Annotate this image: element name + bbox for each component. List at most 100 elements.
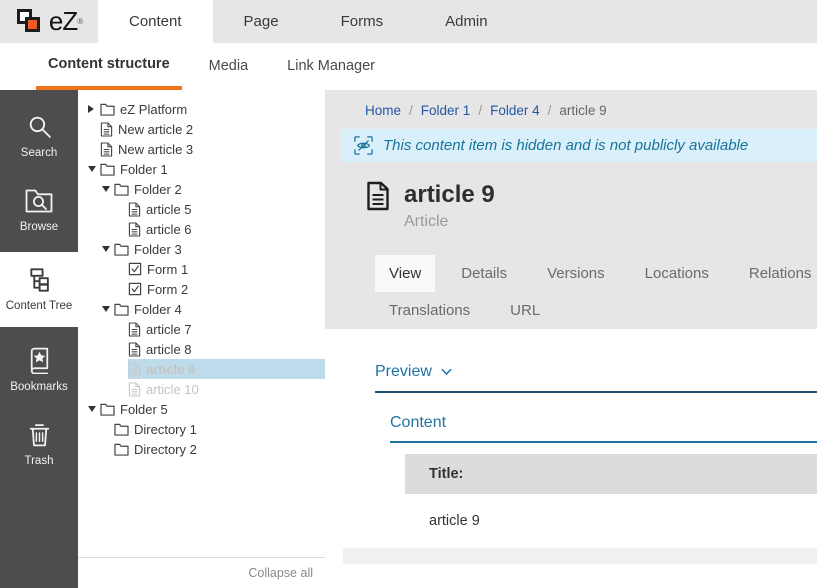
caret-down-icon	[102, 186, 110, 192]
preview-section-label: Preview	[375, 363, 432, 381]
tree-item-folder-5[interactable]: Folder 5	[78, 399, 325, 419]
tree-item-article-10[interactable]: article 10	[78, 379, 325, 399]
tree-item-folder-2[interactable]: Folder 2	[78, 179, 325, 199]
tree-expander-expanded-icon[interactable]	[102, 186, 114, 192]
tree-expander-collapsed-icon[interactable]	[88, 105, 100, 113]
sidebar-item-trash[interactable]: Trash	[0, 412, 78, 477]
browse-icon	[24, 188, 54, 214]
tree-item-inner: Folder 3	[114, 239, 325, 259]
tab-url[interactable]: URL	[496, 292, 554, 329]
document-icon	[365, 181, 391, 211]
tree-item-folder-1[interactable]: Folder 1	[78, 159, 325, 179]
tree-item-ez-platform[interactable]: eZ Platform	[78, 99, 325, 119]
subnav-tab-content-structure[interactable]: Content structure	[36, 43, 182, 90]
breadcrumb: Home/Folder 1/Folder 4/article 9	[325, 90, 817, 129]
breadcrumb-separator: /	[478, 103, 482, 118]
tree-item-inner: Folder 5	[100, 399, 325, 419]
subnav-tabs: Content structure Media Link Manager	[0, 43, 817, 90]
sidebar-item-label: Search	[21, 147, 57, 159]
tree-item-inner: article 6	[128, 219, 325, 239]
sidebar-item-browse[interactable]: Browse	[0, 178, 78, 243]
preview-section-toggle[interactable]: Preview	[375, 363, 817, 381]
tree-item-article-5[interactable]: article 5	[78, 199, 325, 219]
breadcrumb-home[interactable]: Home	[365, 103, 401, 118]
topbar-tab-admin[interactable]: Admin	[414, 0, 519, 43]
tree-expander-expanded-icon[interactable]	[88, 166, 100, 172]
tree-item-inner: Folder 1	[100, 159, 325, 179]
sidebar-item-search[interactable]: Search	[0, 103, 78, 169]
topbar-tab-forms[interactable]: Forms	[310, 0, 415, 43]
article-icon	[128, 362, 141, 377]
tree-item-label: Folder 2	[134, 182, 182, 197]
tree-item-label: article 5	[146, 202, 192, 217]
tree-expander-expanded-icon[interactable]	[88, 406, 100, 412]
breadcrumb-folder-1[interactable]: Folder 1	[421, 103, 471, 118]
tree-item-inner: article 7	[128, 319, 325, 339]
sidebar-item-label: Bookmarks	[10, 381, 68, 393]
tree-item-label: article 7	[146, 322, 192, 337]
folder-icon	[100, 163, 115, 176]
main-area: Home/Folder 1/Folder 4/article 9 This co…	[325, 90, 817, 588]
tab-details[interactable]: Details	[447, 255, 521, 292]
tree-item-inner: article 10	[128, 379, 325, 399]
tree-item-label: Folder 3	[134, 242, 182, 257]
folder-icon	[114, 443, 129, 456]
tree-item-article-9[interactable]: article 9	[78, 359, 325, 379]
tree-item-inner: Directory 2	[114, 439, 325, 459]
sidebar-item-bookmarks[interactable]: Bookmarks	[0, 336, 78, 403]
tree-item-inner: article 9	[128, 359, 325, 379]
tree-item-form-1[interactable]: Form 1	[78, 259, 325, 279]
tab-locations[interactable]: Locations	[631, 255, 723, 292]
topbar-tab-content[interactable]: Content	[98, 0, 213, 43]
article-icon	[128, 382, 141, 397]
tree-item-article-7[interactable]: article 7	[78, 319, 325, 339]
logo-registered-mark: ®	[77, 17, 83, 26]
tree-item-new-article-3[interactable]: New article 3	[78, 139, 325, 159]
tab-relations[interactable]: Relations	[735, 255, 817, 292]
breadcrumb-folder-4[interactable]: Folder 4	[490, 103, 540, 118]
main-header: Home/Folder 1/Folder 4/article 9 This co…	[325, 90, 817, 329]
ez-logo[interactable]: eZ ®	[0, 0, 98, 43]
tree-item-new-article-2[interactable]: New article 2	[78, 119, 325, 139]
tree-item-inner: article 8	[128, 339, 325, 359]
article-icon	[128, 222, 141, 237]
folder-icon	[114, 183, 129, 196]
tree-item-article-8[interactable]: article 8	[78, 339, 325, 359]
tree-item-form-2[interactable]: Form 2	[78, 279, 325, 299]
tree-item-folder-3[interactable]: Folder 3	[78, 239, 325, 259]
tree-item-label: Folder 4	[134, 302, 182, 317]
tree-item-label: article 8	[146, 342, 192, 357]
content-type-label: Article	[404, 213, 495, 231]
tree-item-label: Directory 1	[134, 422, 197, 437]
tab-versions[interactable]: Versions	[533, 255, 619, 292]
page-title: article 9	[404, 181, 495, 209]
tree-item-directory-1[interactable]: Directory 1	[78, 419, 325, 439]
tab-view[interactable]: View	[375, 255, 435, 292]
tree-item-label: Directory 2	[134, 442, 197, 457]
tab-translations[interactable]: Translations	[375, 292, 484, 329]
hidden-content-notice: This content item is hidden and is not p…	[341, 129, 817, 162]
subnav-tab-media[interactable]: Media	[197, 43, 261, 90]
tree-item-folder-4[interactable]: Folder 4	[78, 299, 325, 319]
content-tabs: View Details Versions Locations Relations Tra…	[375, 255, 817, 329]
sidebar-item-content-tree[interactable]: Content Tree	[0, 252, 78, 327]
collapse-all-button[interactable]: Collapse all	[248, 566, 313, 580]
subnav-tab-link-manager[interactable]: Link Manager	[275, 43, 387, 90]
tree-expander-expanded-icon[interactable]	[102, 246, 114, 252]
caret-down-icon	[88, 406, 96, 412]
sidebar-item-label: Content Tree	[6, 300, 72, 312]
tree-item-label: New article 2	[118, 122, 193, 137]
tree-item-directory-2[interactable]: Directory 2	[78, 439, 325, 459]
tree-item-label: article 10	[146, 382, 199, 397]
breadcrumb-separator: /	[548, 103, 552, 118]
tree-item-inner: Form 1	[128, 259, 325, 279]
topbar: eZ ® ContentPageFormsAdmin	[0, 0, 817, 43]
tree-item-label: eZ Platform	[120, 102, 187, 117]
tree-footer: Collapse all	[78, 557, 325, 588]
logo-orange-square	[25, 17, 40, 32]
tree-item-article-6[interactable]: article 6	[78, 219, 325, 239]
ez-platform-admin: eZ ® ContentPageFormsAdmin Content struc…	[0, 0, 817, 588]
topbar-tab-page[interactable]: Page	[213, 0, 310, 43]
article-icon	[128, 322, 141, 337]
tree-expander-expanded-icon[interactable]	[102, 306, 114, 312]
